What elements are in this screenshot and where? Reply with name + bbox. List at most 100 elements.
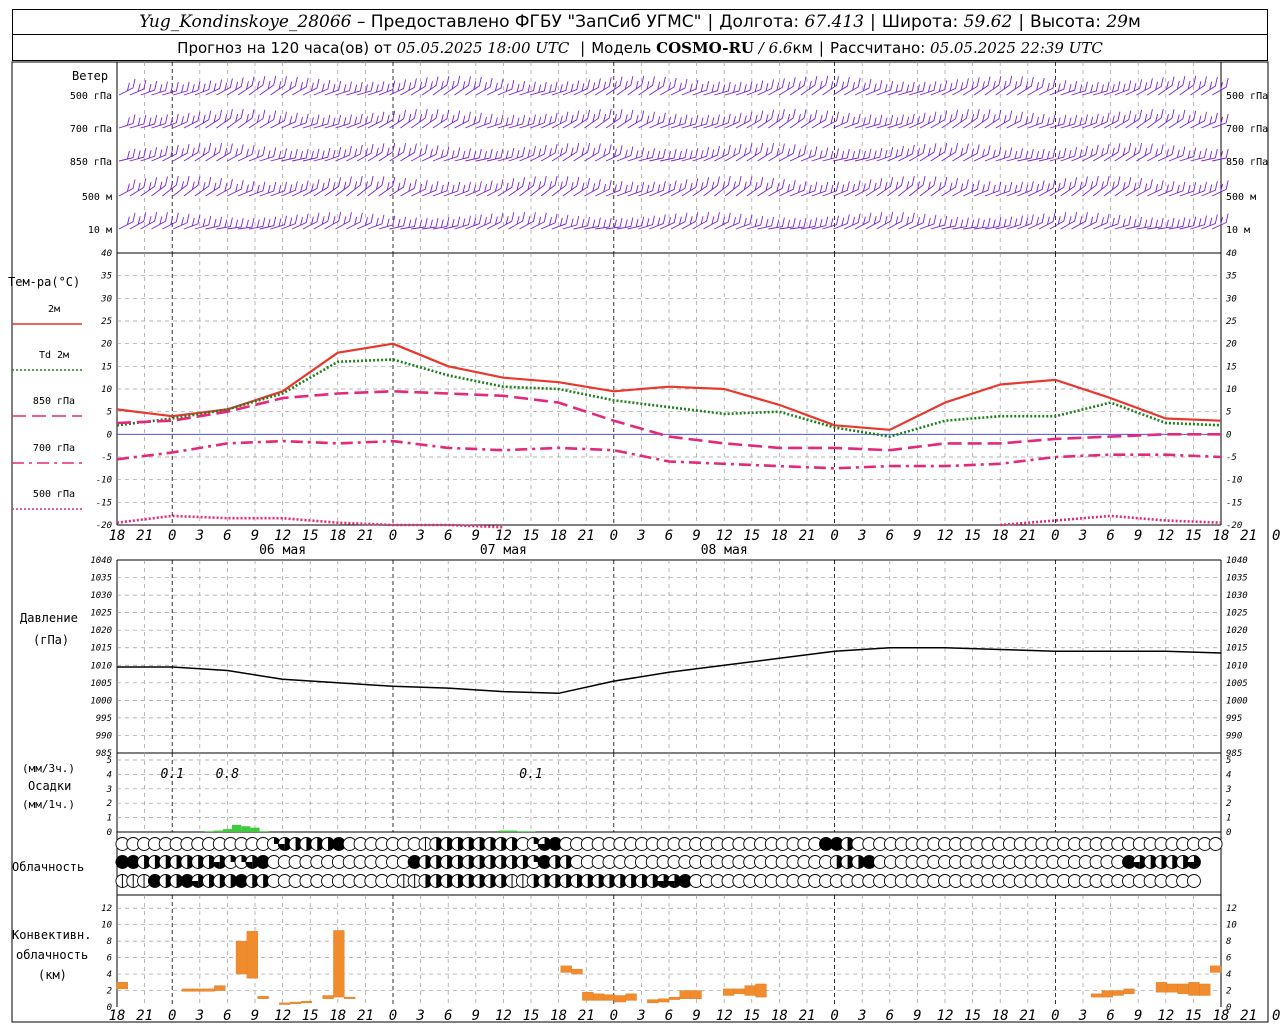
wind-barb — [1136, 109, 1153, 129]
wind-barb — [519, 176, 536, 197]
wind-barb — [400, 217, 417, 230]
pres-ytick: 990 — [96, 731, 112, 741]
cloud-quarter — [278, 844, 285, 851]
wind-level-label-right: 500 м — [1226, 192, 1256, 203]
wind-barb — [562, 142, 580, 162]
wind-barb — [162, 144, 179, 162]
time-axis-bottom-tick-label: 21 — [357, 1008, 374, 1024]
time-axis-bottom-tick-label: 3 — [857, 1008, 866, 1024]
wind-barb — [616, 146, 634, 162]
wind-barb — [443, 216, 461, 230]
wind-barb — [1028, 113, 1045, 129]
wind-barb — [475, 180, 493, 197]
cloud-symbol — [1186, 855, 1201, 869]
conv-ytick-right: 8 — [1226, 937, 1231, 947]
time-axis-tick-label: 18 — [992, 528, 1009, 544]
wind-barb — [876, 177, 894, 197]
wind-barb — [714, 113, 731, 129]
wind-barb — [519, 81, 536, 96]
wind-barb — [497, 147, 515, 162]
precip-bar — [241, 826, 251, 832]
wind-barb — [1103, 111, 1121, 129]
time-axis-tick-label: 6 — [665, 528, 673, 544]
wind-barb — [237, 76, 255, 96]
convective-bar — [582, 991, 594, 1001]
wind-barb — [140, 80, 158, 96]
pres-ytick: 1040 — [90, 556, 112, 566]
time-axis-tick-label: 15 — [964, 528, 981, 544]
wind-barb — [865, 147, 883, 162]
wind-barb — [822, 181, 839, 197]
cloud-quarter — [538, 844, 545, 851]
wind-barb — [800, 181, 818, 197]
temp-ytick: -20 — [96, 521, 112, 531]
cloud-half — [1193, 855, 1201, 869]
time-axis-bottom-tick-label: 9 — [472, 1008, 480, 1024]
wind-barb — [735, 111, 753, 129]
conv-axis-label-1: Конвективн. — [12, 928, 91, 942]
wind-barb — [400, 109, 417, 129]
wind-barb — [746, 110, 764, 129]
wind-barb — [811, 181, 829, 197]
wind-barb — [973, 145, 991, 162]
wind-barb — [140, 177, 158, 197]
wind-barb — [898, 212, 915, 230]
pres-ytick-right: 1030 — [1226, 591, 1248, 601]
time-axis-tick-label: 9 — [1134, 528, 1142, 544]
wind-barb — [1125, 109, 1143, 129]
wind-barb — [649, 181, 666, 197]
conv-ytick: 2 — [107, 987, 112, 997]
wind-barb — [584, 78, 601, 96]
wind-barb — [1082, 81, 1099, 96]
time-axis-bottom-tick-label: 18 — [771, 1008, 788, 1024]
convective-bar — [1101, 990, 1113, 998]
temp-ytick: -5 — [101, 453, 112, 463]
wind-barb — [594, 77, 612, 96]
wind-barb — [854, 212, 872, 230]
convective-bar — [668, 996, 681, 1000]
wind-barb — [746, 142, 764, 162]
conv-ytick: 6 — [107, 954, 112, 964]
prec-axis-label: Осадки — [28, 779, 71, 793]
wind-barb — [670, 212, 688, 230]
wind-barb — [984, 181, 1002, 197]
convective-bar — [560, 965, 572, 973]
time-axis-tick-label: 21 — [578, 528, 595, 544]
wind-level-label-right: 850 гПа — [1226, 157, 1268, 168]
wind-barb — [703, 176, 720, 197]
temp-ytick-right: 15 — [1226, 362, 1237, 372]
time-axis-bottom-tick-label: 12 — [937, 1008, 954, 1024]
wind-barb — [735, 143, 753, 162]
wind-barb — [1125, 216, 1143, 230]
wind-barb — [1071, 212, 1088, 230]
wind-barb — [1038, 114, 1056, 129]
wind-barb — [746, 177, 764, 197]
wind-barb — [1114, 80, 1132, 96]
convective-bar — [181, 988, 193, 992]
wind-barb — [486, 212, 504, 230]
time-axis-bottom-tick-label: 15 — [743, 1008, 760, 1024]
wind-barb — [735, 214, 753, 230]
temp-ytick-right: -15 — [1226, 498, 1242, 508]
wind-barb — [465, 148, 482, 162]
wind-barb — [1071, 81, 1088, 96]
wind-barb — [649, 214, 666, 230]
wind-barb — [919, 143, 937, 162]
wind-barb — [172, 213, 190, 230]
pres-axis-label: Давление — [20, 611, 78, 625]
temp-ytick: -10 — [96, 476, 112, 486]
pres-ytick: 1025 — [90, 609, 112, 619]
wind-barb — [638, 181, 655, 197]
wind-barb — [389, 109, 407, 129]
convective-bar — [603, 994, 616, 1001]
wind-barb — [530, 144, 547, 162]
wind-barb — [118, 179, 136, 197]
wind-barb — [129, 79, 147, 96]
wind-barb — [746, 80, 764, 96]
wind-barb — [876, 211, 894, 230]
wind-barb — [194, 176, 212, 197]
wind-barb — [811, 216, 829, 230]
wind-level-label: 500 гПа — [70, 91, 112, 102]
wind-barb — [508, 114, 526, 129]
time-axis-tick-label: 15 — [302, 528, 319, 544]
